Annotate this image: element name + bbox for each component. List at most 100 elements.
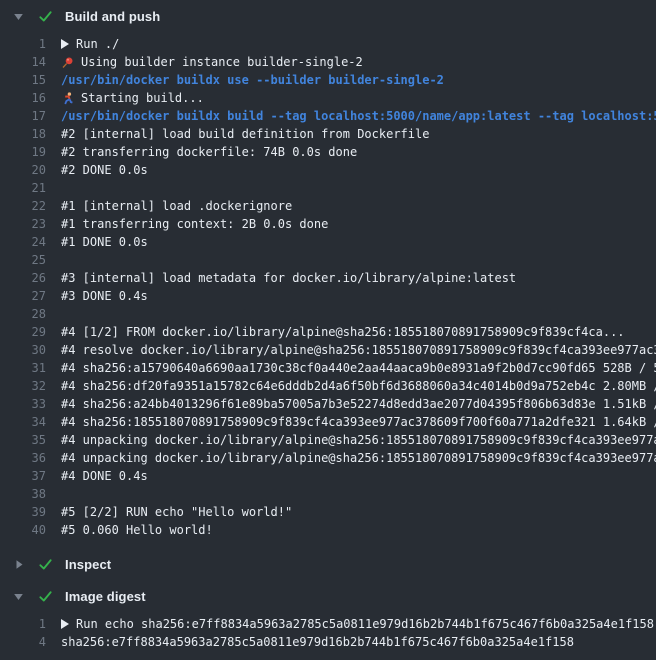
line-text: Starting build... [81,91,204,105]
log-line: 36 #4 unpacking docker.io/library/alpine@… [0,449,656,467]
log-line: 24 #1 DONE 0.0s [0,233,656,251]
line-number[interactable]: 28 [0,307,46,321]
line-number[interactable]: 27 [0,289,46,303]
line-number[interactable]: 26 [0,271,46,285]
line-content: #4 sha256:a24bb4013296f61e89ba57005a7b3e… [46,397,656,411]
line-number[interactable]: 1 [0,37,46,51]
line-number[interactable]: 1 [0,617,46,631]
line-number[interactable]: 37 [0,469,46,483]
line-text: sha256:e7ff8834a5963a2785c5a0811e979d16b… [61,635,574,649]
line-number[interactable]: 4 [0,635,46,649]
log-line: 38 [0,485,656,503]
log-line: 1 Run ./ [0,35,656,53]
line-text: Using builder instance builder-single-2 [81,55,363,69]
line-number[interactable]: 20 [0,163,46,177]
log-line: 19 #2 transferring dockerfile: 74B 0.0s d… [0,143,656,161]
line-number[interactable]: 22 [0,199,46,213]
line-number[interactable]: 33 [0,397,46,411]
chevron-down-icon[interactable] [13,591,24,602]
line-content: Run ./ [46,37,656,51]
line-number[interactable]: 24 [0,235,46,249]
line-number[interactable]: 14 [0,55,46,69]
line-text: #4 DONE 0.4s [61,469,148,483]
line-number[interactable]: 40 [0,523,46,537]
log-line: 22 #1 [internal] load .dockerignore [0,197,656,215]
line-text: #4 [1/2] FROM docker.io/library/alpine@s… [61,325,625,339]
pushpin-icon [61,56,74,69]
line-text: #2 transferring dockerfile: 74B 0.0s don… [61,145,357,159]
line-number[interactable]: 38 [0,487,46,501]
line-content: #4 sha256:a15790640a6690aa1730c38cf0a440… [46,361,656,375]
line-number[interactable]: 35 [0,433,46,447]
line-text: /usr/bin/docker buildx use --builder bui… [61,73,444,87]
chevron-right-icon[interactable] [13,559,24,570]
line-text: #1 DONE 0.0s [61,235,148,249]
line-text: #4 sha256:a15790640a6690aa1730c38cf0a440… [61,361,656,375]
line-text: Run ./ [76,37,119,51]
line-content: #4 sha256:185518070891758909c9f839cf4ca3… [46,415,656,429]
expand-group-icon[interactable] [61,39,69,49]
log-line: 39#5 [2/2] RUN echo "Hello world!" [0,503,656,521]
log-line: 31 #4 sha256:a15790640a6690aa1730c38cf0a4… [0,359,656,377]
log-line: 29 #4 [1/2] FROM docker.io/library/alpine… [0,323,656,341]
log-line: 40#5 0.060 Hello world! [0,521,656,539]
line-number[interactable]: 17 [0,109,46,123]
line-number[interactable]: 19 [0,145,46,159]
line-text: #4 sha256:185518070891758909c9f839cf4ca3… [61,415,656,429]
log-line: 33#4 sha256:a24bb4013296f61e89ba57005a7b… [0,395,656,413]
line-number[interactable]: 36 [0,451,46,465]
line-number[interactable]: 29 [0,325,46,339]
line-content: #3 [internal] load metadata for docker.i… [46,271,656,285]
line-number[interactable]: 23 [0,217,46,231]
line-text: #1 [internal] load .dockerignore [61,199,292,213]
log-line: 4 sha256:e7ff8834a5963a2785c5a0811e979d16… [0,633,656,651]
line-content: #4 sha256:df20fa9351a15782c64e6dddb2d4a6… [46,379,656,393]
line-number[interactable]: 18 [0,127,46,141]
log-line: 16 Starting build... [0,89,656,107]
line-text: #4 resolve docker.io/library/alpine@sha2… [61,343,656,357]
check-icon [37,556,53,572]
line-number[interactable]: 25 [0,253,46,267]
expand-group-icon[interactable] [61,619,69,629]
section-header-build-and-push[interactable]: Build and push [0,0,656,32]
line-number[interactable]: 15 [0,73,46,87]
line-text: #1 transferring context: 2B 0.0s done [61,217,328,231]
line-text: #4 unpacking docker.io/library/alpine@sh… [61,451,656,465]
section-image-digest: Image digest 1 Run echo sha256:e7ff8834a59… [0,580,656,660]
line-content: #4 DONE 0.4s [46,469,656,483]
log-line: 25 [0,251,656,269]
check-icon [37,8,53,24]
section-header-image-digest[interactable]: Image digest [0,580,656,612]
line-text: Run echo sha256:e7ff8834a5963a2785c5a081… [76,617,654,631]
line-text: #3 DONE 0.4s [61,289,148,303]
line-content: sha256:e7ff8834a5963a2785c5a0811e979d16b… [46,635,656,649]
line-text: #2 [internal] load build definition from… [61,127,429,141]
log-line: 23 #1 transferring context: 2B 0.0s done [0,215,656,233]
line-number[interactable]: 32 [0,379,46,393]
line-content: #2 DONE 0.0s [46,163,656,177]
line-content: #4 unpacking docker.io/library/alpine@sh… [46,451,656,465]
line-number[interactable]: 16 [0,91,46,105]
log-line: 28 [0,305,656,323]
section-title: Inspect [65,557,111,572]
line-content: #4 [1/2] FROM docker.io/library/alpine@s… [46,325,656,339]
line-content: #4 unpacking docker.io/library/alpine@sh… [46,433,656,447]
log-line: 21 [0,179,656,197]
line-number[interactable]: 21 [0,181,46,195]
section-title: Build and push [65,9,160,24]
line-content: #1 [internal] load .dockerignore [46,199,656,213]
chevron-down-icon[interactable] [13,11,24,22]
line-number[interactable]: 31 [0,361,46,375]
line-number[interactable]: 30 [0,343,46,357]
log-line: 15/usr/bin/docker buildx use --builder b… [0,71,656,89]
line-content: /usr/bin/docker buildx build --tag local… [46,109,656,123]
section-header-inspect[interactable]: Inspect [0,548,656,580]
line-text: #4 sha256:df20fa9351a15782c64e6dddb2d4a6… [61,379,656,393]
line-text: #2 DONE 0.0s [61,163,148,177]
log-lines-build-and-push: 1 Run ./ 14 Using builder instance builder-… [0,32,656,548]
line-number[interactable]: 39 [0,505,46,519]
line-text: /usr/bin/docker buildx build --tag local… [61,109,656,123]
log-line: 32 #4 sha256:df20fa9351a15782c64e6dddb2d4… [0,377,656,395]
line-number[interactable]: 34 [0,415,46,429]
log-line: 18 #2 [internal] load build definition fr… [0,125,656,143]
